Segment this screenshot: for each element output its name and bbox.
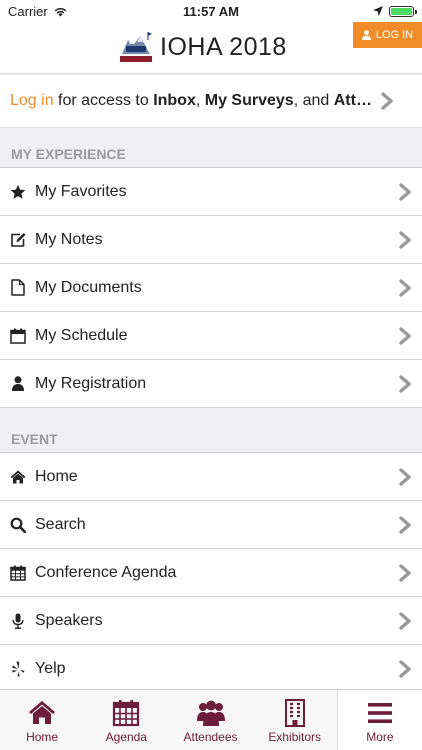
menu-item-label: Yelp (35, 659, 66, 677)
log-in-label: LOG IN (375, 29, 414, 41)
chevron-right-icon (399, 611, 411, 630)
ioha-logo (120, 32, 152, 62)
microphone-icon (10, 613, 26, 629)
calendar-icon (113, 700, 140, 727)
home-icon (29, 701, 56, 724)
menu-item-label: My Documents (35, 278, 142, 296)
battery-icon (389, 5, 417, 17)
tab-home[interactable]: Home (0, 690, 84, 750)
tab-label: Attendees (183, 730, 238, 744)
home-icon (10, 469, 26, 485)
menu-item-label: My Notes (35, 230, 103, 248)
tab-label: Agenda (105, 730, 147, 744)
section-header-event: EVENT (0, 408, 422, 453)
prompt-fragment: , (195, 92, 205, 109)
brand: IOHA 2018 (118, 30, 287, 64)
tab-exhibitors[interactable]: Exhibitors (253, 690, 337, 750)
menu-item-label: Search (35, 515, 86, 533)
chevron-right-icon (399, 230, 411, 249)
menu-item-home[interactable]: Home (0, 453, 422, 501)
login-prompt-text: Log in for access to Inbox, My Surveys, … (10, 92, 380, 110)
menu-item-label: Home (35, 467, 78, 485)
menu-item-label: My Favorites (35, 182, 127, 200)
search-icon (10, 517, 26, 533)
log-in-link[interactable]: Log in (10, 92, 54, 109)
prompt-ellipsis: … (355, 92, 372, 109)
app-header: IOHA 2018 LOG IN (0, 22, 422, 74)
tab-label: More (366, 730, 394, 744)
tab-attendees[interactable]: Attendees (168, 690, 252, 750)
chevron-right-icon (399, 326, 411, 345)
menu-item-speakers[interactable]: Speakers (0, 597, 422, 645)
tab-bar: Home Agenda Attendees Exhibitors More (0, 689, 422, 750)
chevron-right-icon (399, 659, 411, 678)
menu-item-search[interactable]: Search (0, 501, 422, 549)
menu-item-my-notes[interactable]: My Notes (0, 216, 422, 264)
tab-agenda[interactable]: Agenda (84, 690, 168, 750)
menu-item-my-registration[interactable]: My Registration (0, 360, 422, 408)
user-icon (361, 30, 371, 40)
edit-icon (10, 232, 26, 248)
menu-icon (367, 703, 392, 723)
event-list: Home Search Conference Agenda Speakers Y… (0, 453, 422, 693)
menu-item-label: Conference Agenda (35, 563, 177, 581)
user-icon (10, 376, 26, 392)
prompt-surveys: My Surveys (204, 92, 294, 109)
menu-item-my-documents[interactable]: My Documents (0, 264, 422, 312)
location-arrow-icon (373, 6, 383, 16)
menu-item-yelp[interactable]: Yelp (0, 645, 422, 693)
chevron-right-icon (399, 467, 411, 486)
prompt-fragment: for access to (53, 92, 154, 109)
tab-more[interactable]: More (336, 690, 422, 750)
prompt-attendees: Att (333, 92, 356, 109)
menu-item-my-schedule[interactable]: My Schedule (0, 312, 422, 360)
chevron-right-icon (399, 278, 411, 297)
wifi-icon (54, 7, 67, 16)
building-icon (284, 699, 305, 727)
group-icon (196, 700, 225, 726)
tab-label: Exhibitors (268, 730, 322, 744)
section-header-my-experience: MY EXPERIENCE (0, 128, 422, 168)
chevron-right-icon (399, 515, 411, 534)
calendar-icon (10, 328, 26, 344)
chevron-right-icon (399, 182, 411, 201)
star-icon (10, 184, 26, 200)
my-experience-list: My Favorites My Notes My Documents My Sc… (0, 168, 422, 408)
page-title: IOHA 2018 (160, 32, 287, 61)
menu-item-my-favorites[interactable]: My Favorites (0, 168, 422, 216)
prompt-fragment: , and (293, 92, 334, 109)
menu-item-conference-agenda[interactable]: Conference Agenda (0, 549, 422, 597)
status-bar: Carrier 11:57 AM (0, 0, 422, 22)
tab-label: Home (26, 730, 59, 744)
login-prompt-row[interactable]: Log in for access to Inbox, My Surveys, … (0, 75, 422, 128)
log-in-button[interactable]: LOG IN (353, 22, 422, 48)
yelp-icon (10, 661, 26, 677)
carrier-label: Carrier (8, 3, 48, 19)
menu-item-label: My Schedule (35, 326, 128, 344)
menu-item-label: My Registration (35, 374, 147, 392)
prompt-inbox: Inbox (153, 92, 196, 109)
chevron-right-icon (399, 563, 411, 582)
chevron-right-icon (399, 374, 411, 393)
calendar-grid-icon (10, 565, 26, 581)
document-icon (10, 279, 26, 296)
menu-item-label: Speakers (35, 611, 103, 629)
chevron-right-icon (381, 92, 393, 110)
